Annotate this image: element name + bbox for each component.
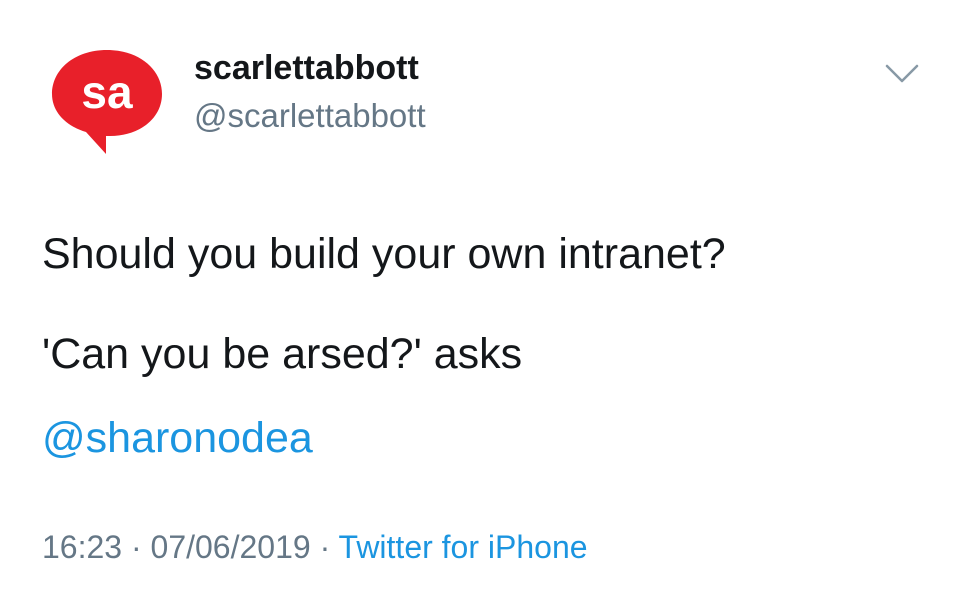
tweet-date[interactable]: 07/06/2019 xyxy=(151,529,311,565)
user-handle[interactable]: @scarlettabbott xyxy=(194,96,426,136)
meta-separator: · xyxy=(122,529,151,565)
tweet-text-line-1: Should you build your own intranet? xyxy=(42,230,726,278)
svg-text:sa: sa xyxy=(81,66,133,118)
tweet-card: sa scarlettabbott @scarlettabbott Should… xyxy=(0,0,960,606)
tweet-metadata: 16:23 · 07/06/2019 · Twitter for iPhone xyxy=(42,527,588,567)
avatar[interactable]: sa xyxy=(48,46,166,156)
tweet-text-line-2: 'Can you be arsed?' asks xyxy=(42,330,523,378)
mention-link[interactable]: @sharonodea xyxy=(42,412,313,464)
display-name[interactable]: scarlettabbott xyxy=(194,48,419,88)
tweet-time: 16:23 xyxy=(42,529,123,565)
chevron-down-icon[interactable] xyxy=(884,62,920,86)
meta-separator: · xyxy=(310,529,339,565)
tweet-source-link[interactable]: Twitter for iPhone xyxy=(339,529,588,565)
speech-bubble-logo-icon: sa xyxy=(52,50,162,154)
